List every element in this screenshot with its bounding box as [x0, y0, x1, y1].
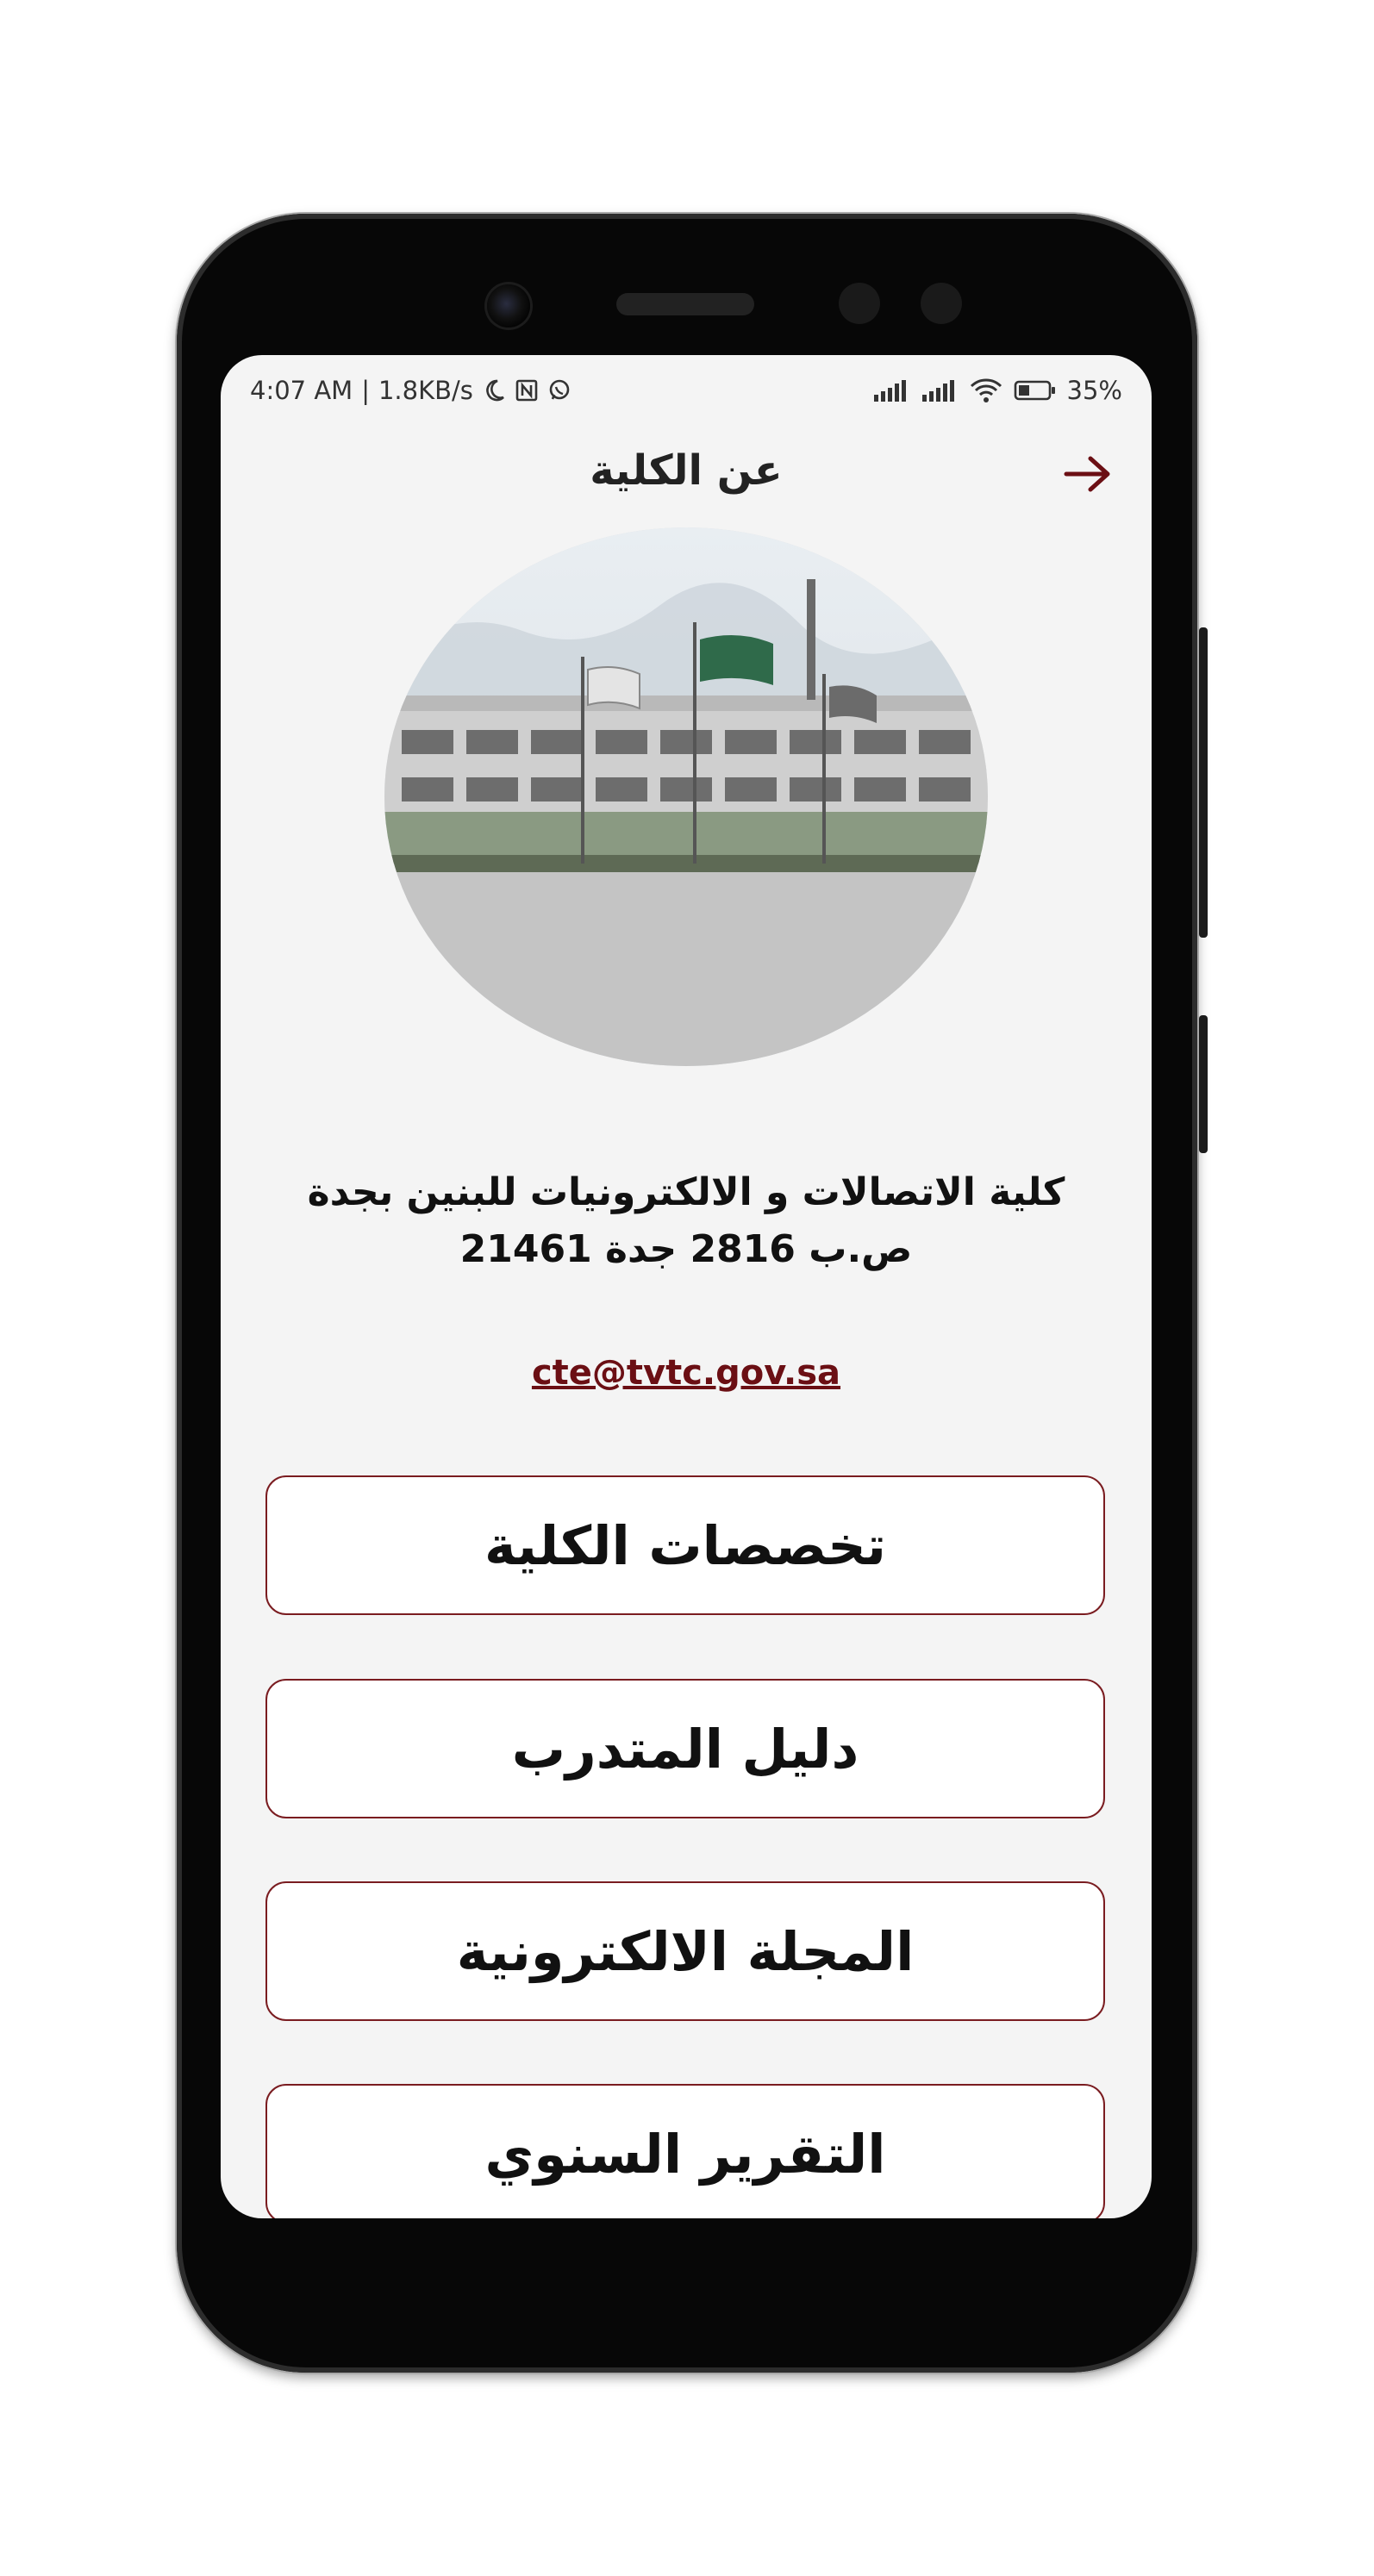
app-header: عن الكلية	[221, 438, 1152, 515]
specializations-button[interactable]: تخصصات الكلية	[265, 1475, 1105, 1615]
app-screen: 4:07 AM | 1.8KB/s 35% عن الكلية كلية الا…	[221, 355, 1152, 2218]
moon-icon	[482, 378, 506, 402]
light-sensor	[921, 283, 962, 324]
status-bar: 4:07 AM | 1.8KB/s 35%	[221, 355, 1152, 415]
battery-level: 35%	[1066, 376, 1122, 405]
volume-button	[1199, 627, 1208, 938]
power-button	[1199, 1015, 1208, 1153]
back-button[interactable]	[1060, 448, 1115, 503]
annual-report-button[interactable]: التقرير السنوي	[265, 2084, 1105, 2218]
earpiece-speaker	[616, 293, 754, 315]
battery-icon	[1014, 379, 1057, 402]
status-right: 35%	[872, 376, 1122, 405]
college-building-image	[384, 527, 988, 1066]
e-magazine-button[interactable]: المجلة الالكترونية	[265, 1881, 1105, 2021]
proximity-sensor	[839, 283, 880, 324]
arrow-right-icon	[1063, 455, 1113, 496]
page-title: عن الكلية	[590, 446, 783, 495]
front-camera	[487, 284, 530, 327]
email-link[interactable]: cte@tvtc.gov.sa	[221, 1353, 1152, 1393]
status-time: 4:07 AM	[250, 376, 353, 405]
po-box: ص.ب 2816 جدة 21461	[459, 1227, 913, 1271]
college-info: كلية الاتصالات و الالكترونيات للبنين بجد…	[255, 1165, 1117, 1277]
whatsapp-icon	[547, 378, 571, 402]
college-name: كلية الاتصالات و الالكترونيات للبنين بجد…	[307, 1170, 1065, 1214]
signal-icon	[872, 379, 910, 402]
signal-icon	[921, 379, 959, 402]
trainee-guide-button[interactable]: دليل المتدرب	[265, 1679, 1105, 1818]
network-speed: 1.8KB/s	[378, 376, 473, 405]
status-left: 4:07 AM | 1.8KB/s	[250, 376, 571, 405]
wifi-icon	[969, 377, 1003, 403]
nfc-icon	[515, 378, 539, 402]
